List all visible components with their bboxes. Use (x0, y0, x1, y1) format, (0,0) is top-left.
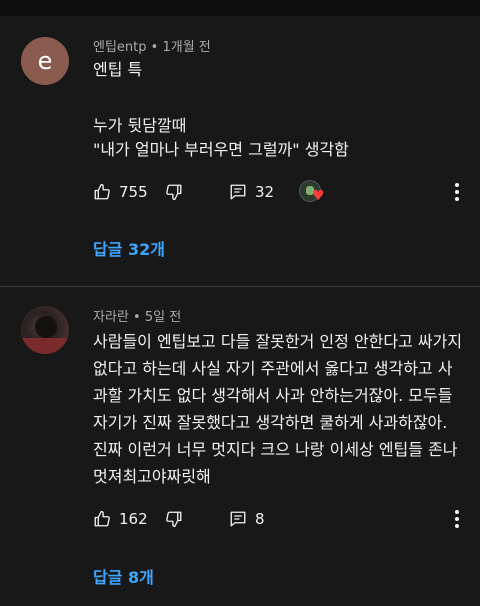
comment-time: 5일 전 (144, 310, 182, 325)
avatar-letter: e (37, 47, 53, 75)
comment-line: "내가 얼마나 부러우면 그럴까" 생각함 (93, 140, 349, 159)
like-count: 755 (119, 183, 148, 201)
comment-actions: 755 32 ♥ (93, 178, 473, 206)
reply-button[interactable]: 32 (229, 183, 299, 201)
comment-thread: 자라란 • 5일 전 사람들이 엔팁보고 다들 잘못한거 인정 안한다고 싸가지… (0, 290, 480, 606)
thumbs-down-icon (165, 183, 183, 201)
heart-icon: ♥ (312, 188, 325, 204)
reply-button[interactable]: 8 (229, 510, 299, 528)
more-vert-icon[interactable] (448, 178, 466, 206)
view-replies-link[interactable]: 답글 32개 (93, 236, 165, 260)
reply-icon (229, 183, 247, 201)
view-replies-link[interactable]: 답글 8개 (93, 564, 154, 588)
like-count: 162 (119, 510, 148, 528)
comment-actions: 162 8 (93, 505, 473, 533)
comment-line: 누가 뒷담깔때 (93, 116, 187, 135)
avatar[interactable]: e (21, 37, 69, 85)
comment-time: 1개월 전 (162, 40, 211, 55)
comment-meta: 엔팁entp • 1개월 전 (93, 36, 211, 55)
like-button[interactable]: 755 (93, 183, 165, 201)
top-bar (0, 0, 480, 16)
avatar-image-part (21, 338, 69, 354)
meta-separator: • (150, 40, 163, 55)
meta-separator: • (133, 310, 145, 325)
comment-line: 엔팁 특 (93, 60, 143, 79)
reply-count: 32 (255, 183, 275, 201)
thumbs-up-icon (93, 183, 111, 201)
like-button[interactable]: 162 (93, 510, 165, 528)
dislike-button[interactable] (165, 183, 229, 201)
comment-thread: e 엔팁entp • 1개월 전 엔팁 특 누가 뒷담깔때 "내가 얼마나 부러… (0, 16, 480, 286)
creator-heart-icon: ♥ (299, 180, 327, 204)
comment-text: 엔팁 특 누가 뒷담깔때 "내가 얼마나 부러우면 그럴까" 생각함 (93, 58, 465, 162)
more-vert-icon[interactable] (448, 505, 466, 533)
thumbs-up-icon (93, 510, 111, 528)
comment-text: 사람들이 엔팁보고 다들 잘못한거 인정 안한다고 싸가지없다고 하는데 사실 … (93, 332, 463, 486)
thumbs-down-icon (165, 510, 183, 528)
avatar[interactable] (21, 306, 69, 354)
reply-icon (229, 510, 247, 528)
reply-count: 8 (255, 510, 265, 528)
avatar-image-part (35, 316, 57, 338)
divider (0, 286, 480, 287)
author-name[interactable]: 자라란 (93, 310, 129, 325)
comment-meta: 자라란 • 5일 전 (93, 306, 181, 325)
comment-line-gap (93, 82, 465, 114)
author-name[interactable]: 엔팁entp (93, 40, 147, 55)
dislike-button[interactable] (165, 510, 229, 528)
